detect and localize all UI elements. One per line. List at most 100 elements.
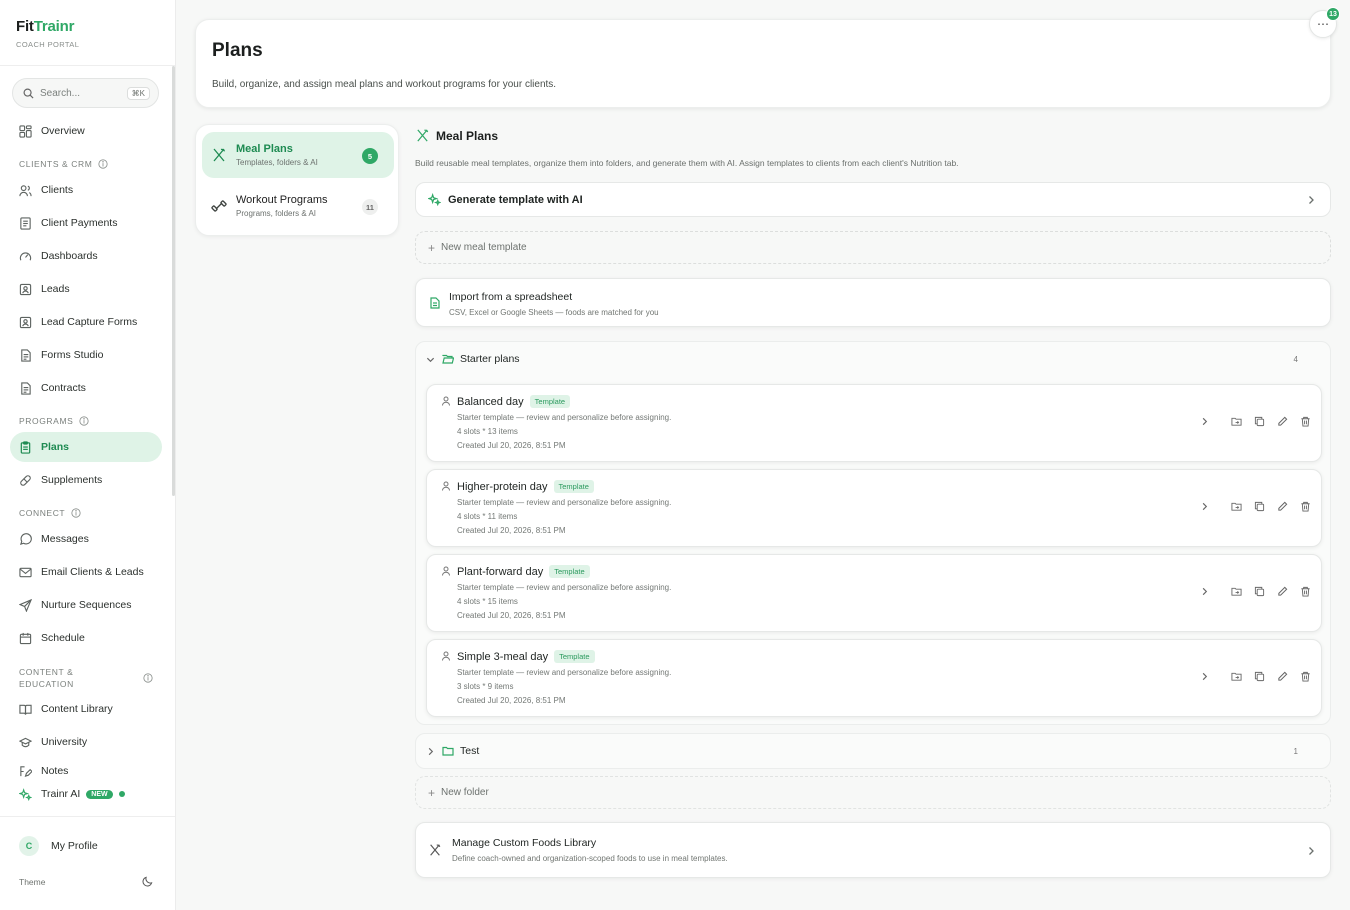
copy-icon[interactable]	[1254, 671, 1265, 682]
sidebar-item-email[interactable]: Email Clients & Leads	[10, 557, 162, 587]
sidebar-item-label: University	[41, 736, 88, 748]
user-icon	[442, 481, 450, 491]
search-icon	[23, 88, 34, 99]
sidebar-item-label: Plans	[41, 441, 70, 453]
chevron-right-icon[interactable]	[1200, 417, 1209, 426]
users-icon	[19, 184, 32, 196]
trash-icon[interactable]	[1300, 586, 1311, 597]
new-meal-template-button[interactable]: + New meal template	[415, 231, 1331, 264]
chevron-right-icon[interactable]	[1200, 672, 1209, 681]
sidebar-item-client-payments[interactable]: Client Payments	[10, 208, 162, 238]
search-placeholder: Search...	[40, 87, 81, 99]
contact-card-icon	[19, 283, 32, 295]
info-icon[interactable]	[71, 508, 81, 518]
info-icon[interactable]	[79, 416, 89, 426]
sparkles-icon	[19, 787, 32, 801]
template-card[interactable]: Balanced day Template Starter template — …	[426, 384, 1322, 462]
folder-header[interactable]: Starter plans 4	[416, 342, 1330, 376]
folder-open-icon	[442, 354, 454, 364]
divider	[0, 816, 175, 817]
trash-icon[interactable]	[1300, 416, 1311, 427]
edit-icon[interactable]	[1277, 501, 1288, 512]
tab-count-badge: 5	[362, 148, 378, 164]
copy-icon[interactable]	[1254, 586, 1265, 597]
utensils-icon	[417, 129, 429, 142]
info-icon[interactable]	[98, 159, 109, 169]
info-icon[interactable]	[143, 673, 153, 683]
user-icon	[442, 651, 450, 661]
manage-custom-foods-button[interactable]: Manage Custom Foods Library Define coach…	[415, 822, 1331, 878]
template-actions	[1200, 671, 1311, 682]
sidebar-item-messages[interactable]: Messages	[10, 524, 162, 554]
edit-icon[interactable]	[1277, 586, 1288, 597]
document-icon	[21, 348, 31, 362]
template-card[interactable]: Plant-forward day Template Starter templa…	[426, 554, 1322, 632]
template-description: Starter template — review and personaliz…	[457, 498, 672, 507]
my-profile[interactable]: C My Profile	[19, 836, 98, 856]
move-to-folder-icon[interactable]	[1231, 416, 1242, 427]
move-to-folder-icon[interactable]	[1231, 671, 1242, 682]
edit-icon[interactable]	[1277, 416, 1288, 427]
sidebar-item-label: Forms Studio	[41, 349, 104, 361]
copy-icon[interactable]	[1254, 416, 1265, 427]
sidebar-item-schedule[interactable]: Schedule	[10, 623, 162, 653]
sidebar-scrollbar[interactable]	[172, 66, 175, 496]
folder-starter-plans: Starter plans 4 Balanced day Template Sta…	[415, 341, 1331, 725]
edit-icon[interactable]	[1277, 671, 1288, 682]
new-folder-button[interactable]: + New folder	[415, 776, 1331, 809]
chevron-right-icon[interactable]	[1200, 587, 1209, 596]
template-actions	[1200, 586, 1311, 597]
template-created: Created Jul 20, 2026, 8:51 PM	[457, 696, 566, 705]
sidebar-item-contracts[interactable]: Contracts	[10, 373, 162, 403]
sidebar-item-plans[interactable]: Plans	[10, 432, 162, 462]
copy-icon[interactable]	[1254, 501, 1265, 512]
trash-icon[interactable]	[1300, 501, 1311, 512]
tab-workout-programs[interactable]: Workout Programs Programs, folders & AI …	[202, 183, 394, 229]
template-tag: Template	[549, 565, 590, 578]
import-spreadsheet-button[interactable]: Import from a spreadsheet CSV, Excel or …	[415, 278, 1331, 327]
theme-toggle-row: Theme	[19, 876, 153, 887]
folder-name: Starter plans	[460, 353, 520, 365]
profile-label: My Profile	[51, 840, 98, 852]
folder-count: 4	[1293, 354, 1298, 364]
sidebar-item-notes[interactable]: Notes	[10, 760, 162, 782]
sidebar-item-label: Lead Capture Forms	[41, 316, 138, 328]
sidebar-item-trainr-ai[interactable]: Trainr AI NEW	[10, 782, 162, 806]
sidebar-item-label: Dashboards	[41, 250, 98, 262]
template-actions	[1200, 501, 1311, 512]
move-to-folder-icon[interactable]	[1231, 586, 1242, 597]
sidebar-item-university[interactable]: University	[10, 727, 162, 757]
template-description: Starter template — review and personaliz…	[457, 583, 672, 592]
tab-meal-plans[interactable]: Meal Plans Templates, folders & AI 5	[202, 132, 394, 178]
sidebar-item-supplements[interactable]: Supplements	[10, 465, 162, 495]
pill-icon	[20, 474, 31, 486]
plus-icon: +	[428, 785, 436, 800]
template-card[interactable]: Simple 3-meal day Template Starter templa…	[426, 639, 1322, 717]
search-input[interactable]: Search... ⌘K	[12, 78, 159, 108]
sidebar-item-dashboards[interactable]: Dashboards	[10, 241, 162, 271]
sidebar-item-clients[interactable]: Clients	[10, 175, 162, 205]
folder-icon	[442, 746, 454, 756]
sidebar-item-content-library[interactable]: Content Library	[10, 694, 162, 724]
import-subtitle: CSV, Excel or Google Sheets — foods are …	[449, 308, 659, 317]
brand-logo[interactable]: FitTrainr COACH PORTAL	[16, 18, 79, 49]
sidebar-item-nurture-sequences[interactable]: Nurture Sequences	[10, 590, 162, 620]
chevron-right-icon[interactable]	[1200, 502, 1209, 511]
template-meta: 4 slots * 11 items	[457, 512, 518, 521]
move-to-folder-icon[interactable]	[1231, 501, 1242, 512]
template-title: Higher-protein day Template	[457, 480, 594, 493]
page-title: Plans	[212, 40, 263, 61]
trash-icon[interactable]	[1300, 671, 1311, 682]
generate-template-ai-button[interactable]: Generate template with AI	[415, 182, 1331, 217]
custom-foods-subtitle: Define coach-owned and organization-scop…	[452, 854, 728, 863]
moon-icon[interactable]	[142, 876, 153, 887]
sidebar-item-lead-capture-forms[interactable]: Lead Capture Forms	[10, 307, 162, 337]
sidebar-item-forms-studio[interactable]: Forms Studio	[10, 340, 162, 370]
sidebar-item-label: Clients	[41, 184, 74, 196]
sidebar-item-overview[interactable]: Overview	[10, 116, 162, 146]
generate-ai-label: Generate template with AI	[448, 193, 583, 206]
sidebar-item-leads[interactable]: Leads	[10, 274, 162, 304]
template-card[interactable]: Higher-protein day Template Starter templ…	[426, 469, 1322, 547]
folder-header[interactable]: Test 1	[416, 734, 1330, 768]
sidebar-item-label: Content Library	[41, 703, 113, 715]
